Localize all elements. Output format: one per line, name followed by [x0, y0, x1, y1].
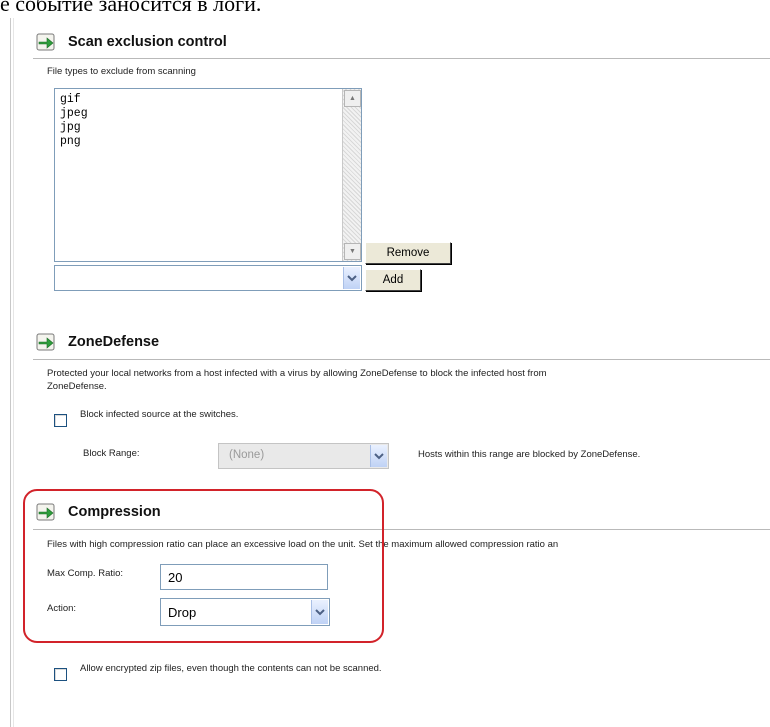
top-cut-text: е событие заносится в логи. — [0, 0, 262, 16]
block-range-select[interactable]: (None) — [218, 443, 389, 469]
file-types-list: gif jpeg jpg png — [60, 93, 88, 149]
scan-exclusion-header: Scan exclusion control — [36, 30, 227, 54]
scan-exclusion-title: Scan exclusion control — [68, 34, 227, 50]
chevron-down-icon[interactable] — [370, 445, 387, 467]
section-divider — [33, 359, 770, 360]
scroll-up-icon[interactable]: ▲ — [344, 90, 361, 107]
section-arrow-icon — [36, 32, 56, 52]
file-types-listbox[interactable]: gif jpeg jpg png ▲ ▼ — [54, 88, 362, 262]
block-infected-label: Block infected source at the switches. — [80, 409, 239, 420]
block-range-hint: Hosts within this range are blocked by Z… — [418, 449, 641, 460]
list-item[interactable]: gif — [60, 93, 88, 107]
section-divider — [33, 58, 770, 59]
zonedefense-description-cont: ZoneDefense. — [47, 381, 107, 392]
zonedefense-title: ZoneDefense — [68, 334, 160, 350]
list-item[interactable]: jpg — [60, 121, 88, 135]
remove-button[interactable]: Remove — [365, 242, 451, 264]
allow-encrypted-label: Allow encrypted zip files, even though t… — [80, 663, 382, 674]
list-item[interactable]: png — [60, 135, 88, 149]
new-file-type-combo[interactable] — [54, 265, 362, 291]
left-border — [10, 18, 11, 727]
exclude-label: File types to exclude from scanning — [47, 66, 196, 77]
block-range-label: Block Range: — [83, 448, 140, 459]
chevron-down-icon[interactable] — [343, 267, 360, 289]
highlight-frame — [23, 489, 384, 643]
block-range-value: (None) — [229, 449, 265, 461]
add-button[interactable]: Add — [365, 269, 421, 291]
left-border-inner — [13, 18, 14, 727]
zonedefense-header: ZoneDefense — [36, 330, 159, 354]
section-arrow-icon — [36, 332, 56, 352]
block-infected-checkbox[interactable] — [54, 414, 67, 427]
scroll-down-icon[interactable]: ▼ — [344, 243, 361, 260]
allow-encrypted-checkbox[interactable] — [54, 668, 67, 681]
list-item[interactable]: jpeg — [60, 107, 88, 121]
listbox-scrollbar[interactable]: ▲ ▼ — [342, 89, 361, 261]
zonedefense-description: Protected your local networks from a hos… — [47, 368, 547, 379]
